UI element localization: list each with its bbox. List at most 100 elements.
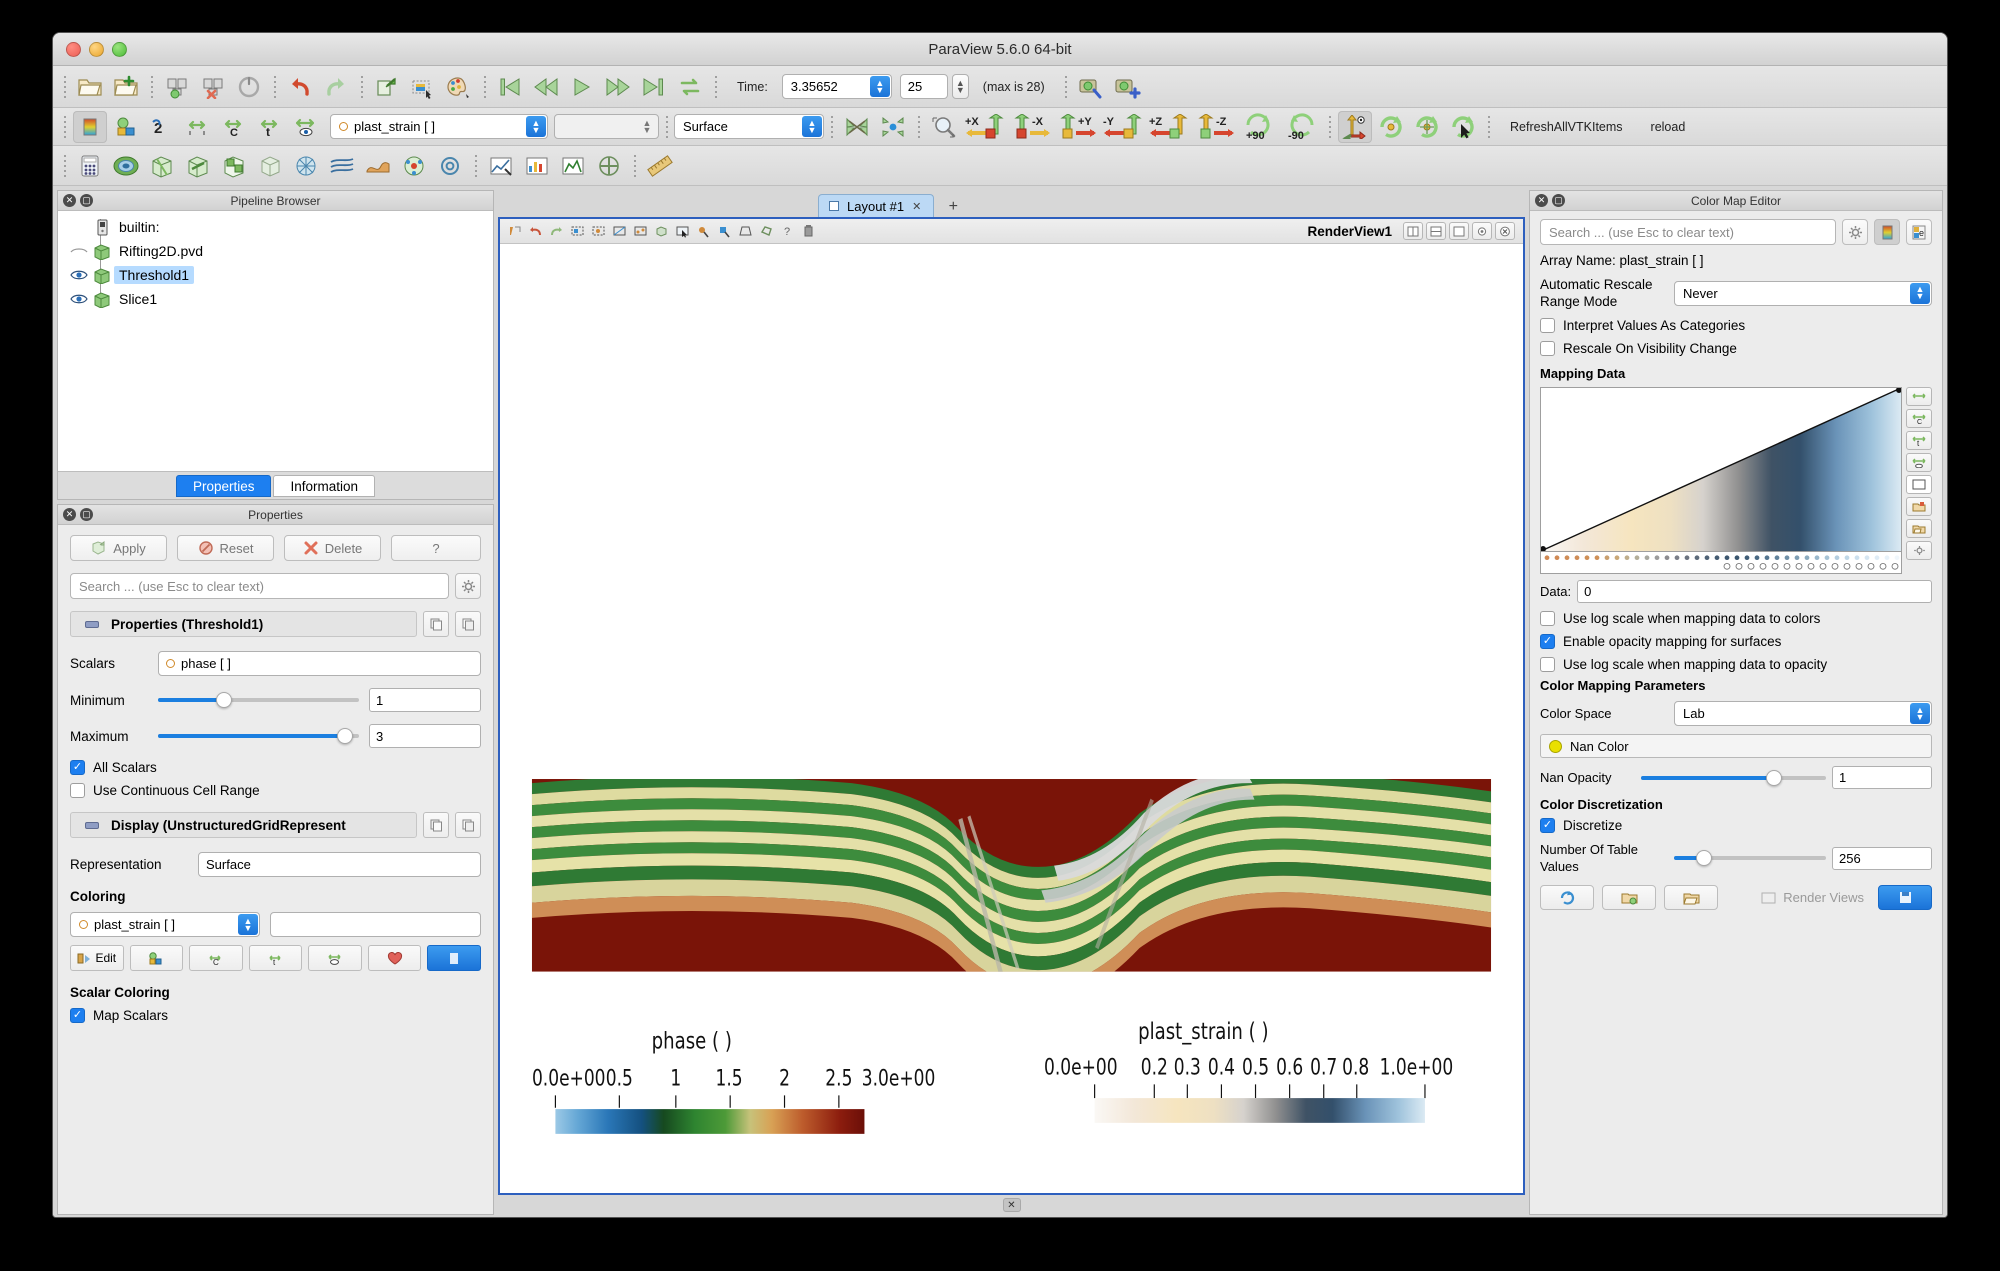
- rescale-visibility-row[interactable]: Rescale On Visibility Change: [1540, 341, 1932, 356]
- maximize-icon[interactable]: [1449, 222, 1469, 240]
- camera-redo-icon[interactable]: [546, 221, 566, 241]
- undock-icon[interactable]: ▢: [1552, 194, 1565, 207]
- histogram-icon[interactable]: [556, 150, 590, 182]
- next-frame-icon[interactable]: [601, 71, 635, 103]
- invert-transfer-function-icon[interactable]: [1906, 453, 1932, 472]
- table-values-field[interactable]: 256: [1832, 846, 1932, 870]
- advanced-properties-icon[interactable]: [1874, 219, 1900, 245]
- nan-opacity-slider[interactable]: [1641, 769, 1826, 787]
- rescale-custom-range-icon[interactable]: 2: [145, 111, 179, 143]
- first-frame-icon[interactable]: [493, 71, 527, 103]
- apply-button[interactable]: Apply: [70, 535, 167, 561]
- discretize-checkbox[interactable]: ✓: [1540, 818, 1555, 833]
- rescale-visible-button[interactable]: [308, 945, 362, 971]
- undock-icon[interactable]: ▢: [80, 194, 93, 207]
- colormap-search-input[interactable]: Search ... (use Esc to clear text): [1540, 219, 1836, 245]
- group-header-properties[interactable]: Properties (Threshold1): [70, 611, 417, 637]
- save-preset-icon[interactable]: [1906, 497, 1932, 516]
- screenshot-settings-icon[interactable]: [1075, 71, 1109, 103]
- scalars-combo[interactable]: phase [ ]: [158, 651, 481, 676]
- edit-color-map-icon[interactable]: [289, 111, 323, 143]
- pipeline-item-threshold1[interactable]: Threshold1: [58, 263, 493, 287]
- hover-cells-icon[interactable]: [714, 221, 734, 241]
- coloring-combo[interactable]: plast_strain [ ] ▲ ▼: [70, 912, 260, 937]
- time-spinner[interactable]: ▲ ▼: [869, 76, 890, 97]
- undock-icon[interactable]: ▢: [80, 508, 93, 521]
- toolbar-grip[interactable]: [1062, 73, 1070, 100]
- clip-icon[interactable]: [145, 150, 179, 182]
- screenshot-add-icon[interactable]: [1111, 71, 1145, 103]
- reset-range-icon[interactable]: [1540, 885, 1594, 910]
- delete-button[interactable]: Delete: [284, 535, 381, 561]
- edit-color-legend-icon[interactable]: e: [1906, 219, 1932, 245]
- show-center-icon[interactable]: [1374, 111, 1408, 143]
- pipeline-item-slice1[interactable]: Slice1: [58, 287, 493, 311]
- rescale-mode-arrow[interactable]: ▲ ▼: [1910, 282, 1930, 304]
- tab-information[interactable]: Information: [273, 475, 376, 497]
- log-scale-opacity-row[interactable]: Use log scale when mapping data to opaci…: [1540, 657, 1932, 672]
- group-datasets-icon[interactable]: [397, 150, 431, 182]
- close-icon[interactable]: ✕: [912, 200, 921, 213]
- time-value-field[interactable]: 3.35652 ▲ ▼: [781, 74, 892, 99]
- rescale-custom-range-button[interactable]: C: [189, 945, 243, 971]
- gear-icon[interactable]: [455, 573, 481, 599]
- pipeline-tree[interactable]: builtin: Rifting2D.pvd Threshold1 Slice1: [58, 211, 493, 471]
- rotate-plus-90-icon[interactable]: +90: [1239, 111, 1279, 143]
- component-arrow[interactable]: ▲ ▼: [637, 116, 657, 137]
- toolbar-grip[interactable]: [631, 152, 638, 179]
- representation-arrow[interactable]: ▲ ▼: [802, 116, 822, 137]
- hover-points-icon[interactable]: [693, 221, 713, 241]
- select-frustum-icon[interactable]: [735, 221, 755, 241]
- macro-reload-button[interactable]: reload: [1637, 120, 1700, 134]
- coloring-component-field[interactable]: [270, 912, 481, 937]
- select-cells-icon[interactable]: [567, 221, 587, 241]
- pipeline-item-rifting2d[interactable]: Rifting2D.pvd: [58, 239, 493, 263]
- maximum-slider[interactable]: [158, 727, 359, 745]
- plot-selection-icon[interactable]: [520, 150, 554, 182]
- close-icon[interactable]: ✕: [63, 194, 76, 207]
- rescale-data-range-icon[interactable]: [109, 111, 143, 143]
- extract-subset-icon[interactable]: [253, 150, 287, 182]
- plot-over-line-icon[interactable]: [484, 150, 518, 182]
- stream-tracer-icon[interactable]: [325, 150, 359, 182]
- rescale-to-data-icon[interactable]: [1602, 885, 1656, 910]
- close-icon[interactable]: ✕: [63, 508, 76, 521]
- add-layout-button[interactable]: +: [940, 196, 966, 217]
- redo-icon[interactable]: [319, 71, 353, 103]
- opacity-mapping-row[interactable]: ✓ Enable opacity mapping for surfaces: [1540, 634, 1932, 649]
- show-orientation-axes-icon[interactable]: [1338, 110, 1372, 143]
- representation-combo[interactable]: Surface ▲ ▼: [674, 114, 824, 139]
- zoom-to-box-icon[interactable]: [927, 111, 961, 143]
- choose-preset-icon[interactable]: [1906, 475, 1932, 494]
- discretize-row[interactable]: ✓ Discretize: [1540, 818, 1932, 833]
- gear-icon[interactable]: [1842, 219, 1868, 245]
- loop-icon[interactable]: [673, 71, 707, 103]
- color-array-arrow[interactable]: ▲ ▼: [526, 116, 546, 137]
- view-minus-x-icon[interactable]: -X: [1009, 111, 1053, 143]
- toolbar-grip[interactable]: [472, 152, 479, 179]
- reset-center-icon[interactable]: [1410, 111, 1444, 143]
- undo-icon[interactable]: [283, 71, 317, 103]
- close-layout-icon[interactable]: ✕: [1002, 1198, 1021, 1212]
- open-recent-icon[interactable]: [109, 71, 143, 103]
- pipeline-item-builtin[interactable]: builtin:: [58, 215, 493, 239]
- toolbar-grip[interactable]: [828, 113, 835, 140]
- previous-frame-icon[interactable]: [529, 71, 563, 103]
- close-icon[interactable]: ✕: [1535, 194, 1548, 207]
- contour-icon[interactable]: [109, 150, 143, 182]
- color-nodes-bar[interactable]: [1540, 552, 1902, 574]
- copy-display-icon[interactable]: [423, 812, 449, 838]
- zoom-to-data-icon[interactable]: [876, 111, 910, 143]
- toolbar-grip[interactable]: [271, 73, 278, 100]
- rescale-mode-combo[interactable]: Never ▲ ▼: [1674, 280, 1932, 306]
- toolbar-grip[interactable]: [61, 113, 68, 140]
- redo-camera-icon[interactable]: [406, 71, 440, 103]
- toolbar-grip[interactable]: [1485, 113, 1492, 140]
- macro-refresh-button[interactable]: RefreshAllVTKItems: [1496, 120, 1637, 134]
- continuous-cell-range-checkbox[interactable]: [70, 783, 85, 798]
- render-views-button[interactable]: Render Views: [1726, 890, 1870, 905]
- play-icon[interactable]: [565, 71, 599, 103]
- nan-opacity-value-field[interactable]: 1: [1832, 766, 1932, 789]
- opacity-mapping-checkbox[interactable]: ✓: [1540, 634, 1555, 649]
- layout-tab[interactable]: Layout #1 ✕: [818, 194, 935, 217]
